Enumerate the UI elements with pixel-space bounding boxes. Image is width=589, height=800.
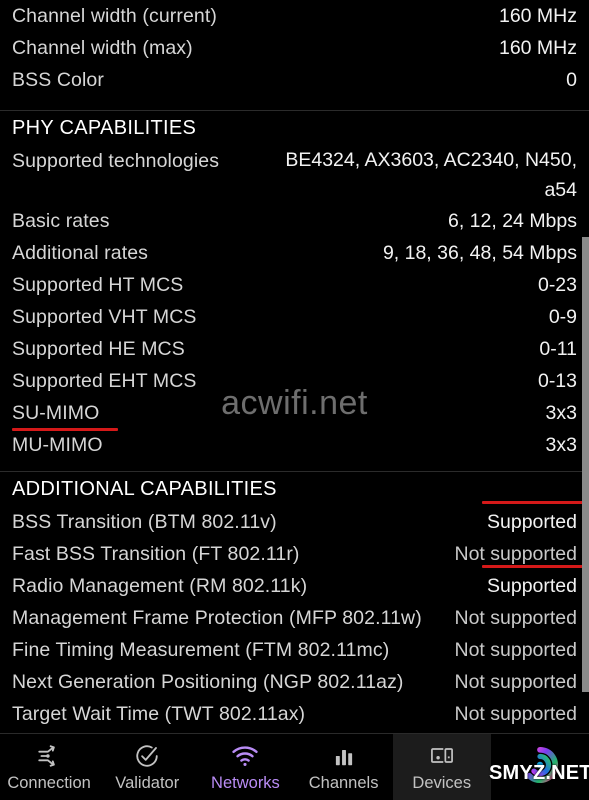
- nav-label-validator: Validator: [115, 773, 180, 792]
- nav-label-networks: Networks: [211, 773, 280, 792]
- detail-value: Not supported: [454, 607, 578, 629]
- detail-label: Additional rates: [12, 242, 149, 264]
- nav-item-channels[interactable]: Channels: [295, 734, 393, 800]
- nav-item-connection[interactable]: Connection: [0, 734, 98, 800]
- detail-value: Not supported: [454, 703, 578, 725]
- nav-item-validator[interactable]: Validator: [98, 734, 196, 800]
- annotation-underline-mu-mimo: [12, 428, 118, 431]
- detail-value: Not supported: [454, 639, 578, 661]
- annotation-underline-btm-supported: [482, 501, 589, 504]
- detail-label: Supported HT MCS: [12, 274, 184, 296]
- detail-value: Supported: [487, 575, 577, 597]
- detail-value: 0-9: [548, 306, 577, 328]
- detail-value: 0-11: [539, 338, 577, 360]
- phy-rows-group: Supported technologies BE4324, AX3603, A…: [0, 145, 589, 461]
- detail-value: 0-13: [537, 370, 577, 392]
- detail-label: Channel width (current): [12, 5, 217, 27]
- section-header-phy: PHY CAPABILITIES: [0, 110, 589, 145]
- detail-label: BSS Color: [12, 69, 104, 91]
- detail-label: Supported EHT MCS: [12, 370, 197, 392]
- detail-label: Fast BSS Transition (FT 802.11r): [12, 543, 300, 565]
- detail-value: 3x3: [545, 402, 577, 424]
- detail-row: Next Generation Positioning (NGP 802.11a…: [0, 666, 589, 698]
- detail-label: BSS Transition (BTM 802.11v): [12, 511, 277, 533]
- detail-label: Management Frame Protection (MFP 802.11w…: [12, 607, 422, 629]
- wifi-icon: [231, 743, 259, 769]
- detail-label: Channel width (max): [12, 37, 193, 59]
- channel-rows-group: Channel width (current) 160 MHz Channel …: [0, 0, 589, 96]
- nav-item-networks[interactable]: Networks: [196, 734, 294, 800]
- detail-label: SU-MIMO: [12, 402, 100, 424]
- detail-row-mu-mimo: MU-MIMO 3x3: [0, 429, 589, 461]
- detail-value: Not supported: [454, 671, 578, 693]
- scrollbar-thumb[interactable]: [582, 237, 589, 692]
- detail-value: 160 MHz: [498, 37, 577, 59]
- detail-row: SU-MIMO 3x3: [0, 397, 589, 429]
- detail-row: Supported HE MCS 0-11: [0, 333, 589, 365]
- detail-row-btm: BSS Transition (BTM 802.11v) Supported: [0, 506, 589, 538]
- detail-label: Supported VHT MCS: [12, 306, 197, 328]
- detail-value: 3x3: [545, 434, 577, 456]
- detail-row: Fine Timing Measurement (FTM 802.11mc) N…: [0, 634, 589, 666]
- network-details-list[interactable]: Channel width (current) 160 MHz Channel …: [0, 0, 589, 733]
- detail-row-rm: Radio Management (RM 802.11k) Supported: [0, 570, 589, 602]
- detail-label: Fine Timing Measurement (FTM 802.11mc): [12, 639, 390, 661]
- nav-item-app-logo[interactable]: [491, 734, 589, 800]
- detail-label: Supported HE MCS: [12, 338, 185, 360]
- detail-row: Management Frame Protection (MFP 802.11w…: [0, 602, 589, 634]
- detail-label: Radio Management (RM 802.11k): [12, 575, 308, 597]
- bar-chart-icon: [331, 743, 357, 769]
- detail-row: BSS Color 0: [0, 64, 589, 96]
- detail-value: 6, 12, 24 Mbps: [448, 210, 577, 232]
- detail-row: Supported EHT MCS 0-13: [0, 365, 589, 397]
- detail-label: MU-MIMO: [12, 434, 103, 456]
- detail-row: Channel width (current) 160 MHz: [0, 0, 589, 32]
- annotation-underline-rm-supported: [482, 565, 589, 568]
- wifi-analyzer-screen: Channel width (current) 160 MHz Channel …: [0, 0, 589, 800]
- bottom-navigation-bar: Connection Validator Networks Channels D…: [0, 733, 589, 800]
- scrollbar-track[interactable]: [582, 0, 589, 733]
- share-nodes-icon: [36, 743, 62, 769]
- app-logo-icon: [521, 746, 559, 783]
- detail-row: Channel width (max) 160 MHz: [0, 32, 589, 64]
- detail-label: Basic rates: [12, 210, 110, 232]
- detail-value: 160 MHz: [498, 5, 577, 27]
- detail-value: 0-23: [537, 274, 577, 296]
- detail-row: Basic rates 6, 12, 24 Mbps: [0, 205, 589, 237]
- detail-row: Additional rates 9, 18, 36, 48, 54 Mbps: [0, 237, 589, 269]
- detail-label: Next Generation Positioning (NGP 802.11a…: [12, 671, 404, 693]
- devices-icon: [429, 743, 455, 769]
- nav-label-devices: Devices: [412, 773, 472, 792]
- detail-row: Supported HT MCS 0-23: [0, 269, 589, 301]
- detail-row: Supported VHT MCS 0-9: [0, 301, 589, 333]
- additional-rows-group: BSS Transition (BTM 802.11v) Supported F…: [0, 506, 589, 733]
- nav-label-connection: Connection: [7, 773, 91, 792]
- detail-value: 0: [566, 69, 577, 91]
- detail-label: Supported technologies: [12, 150, 220, 172]
- nav-item-devices[interactable]: Devices: [392, 734, 491, 800]
- detail-label: Target Wait Time (TWT 802.11ax): [12, 703, 306, 725]
- detail-row: Target Wait Time (TWT 802.11ax) Not supp…: [0, 698, 589, 730]
- check-circle-icon: [134, 743, 160, 769]
- detail-row: Supported technologies BE4324, AX3603, A…: [0, 145, 589, 205]
- detail-value: BE4324, AX3603, AC2340, N450, a54: [285, 149, 577, 201]
- detail-value: 9, 18, 36, 48, 54 Mbps: [382, 242, 577, 264]
- detail-value: Supported: [487, 511, 577, 533]
- nav-label-channels: Channels: [308, 773, 379, 792]
